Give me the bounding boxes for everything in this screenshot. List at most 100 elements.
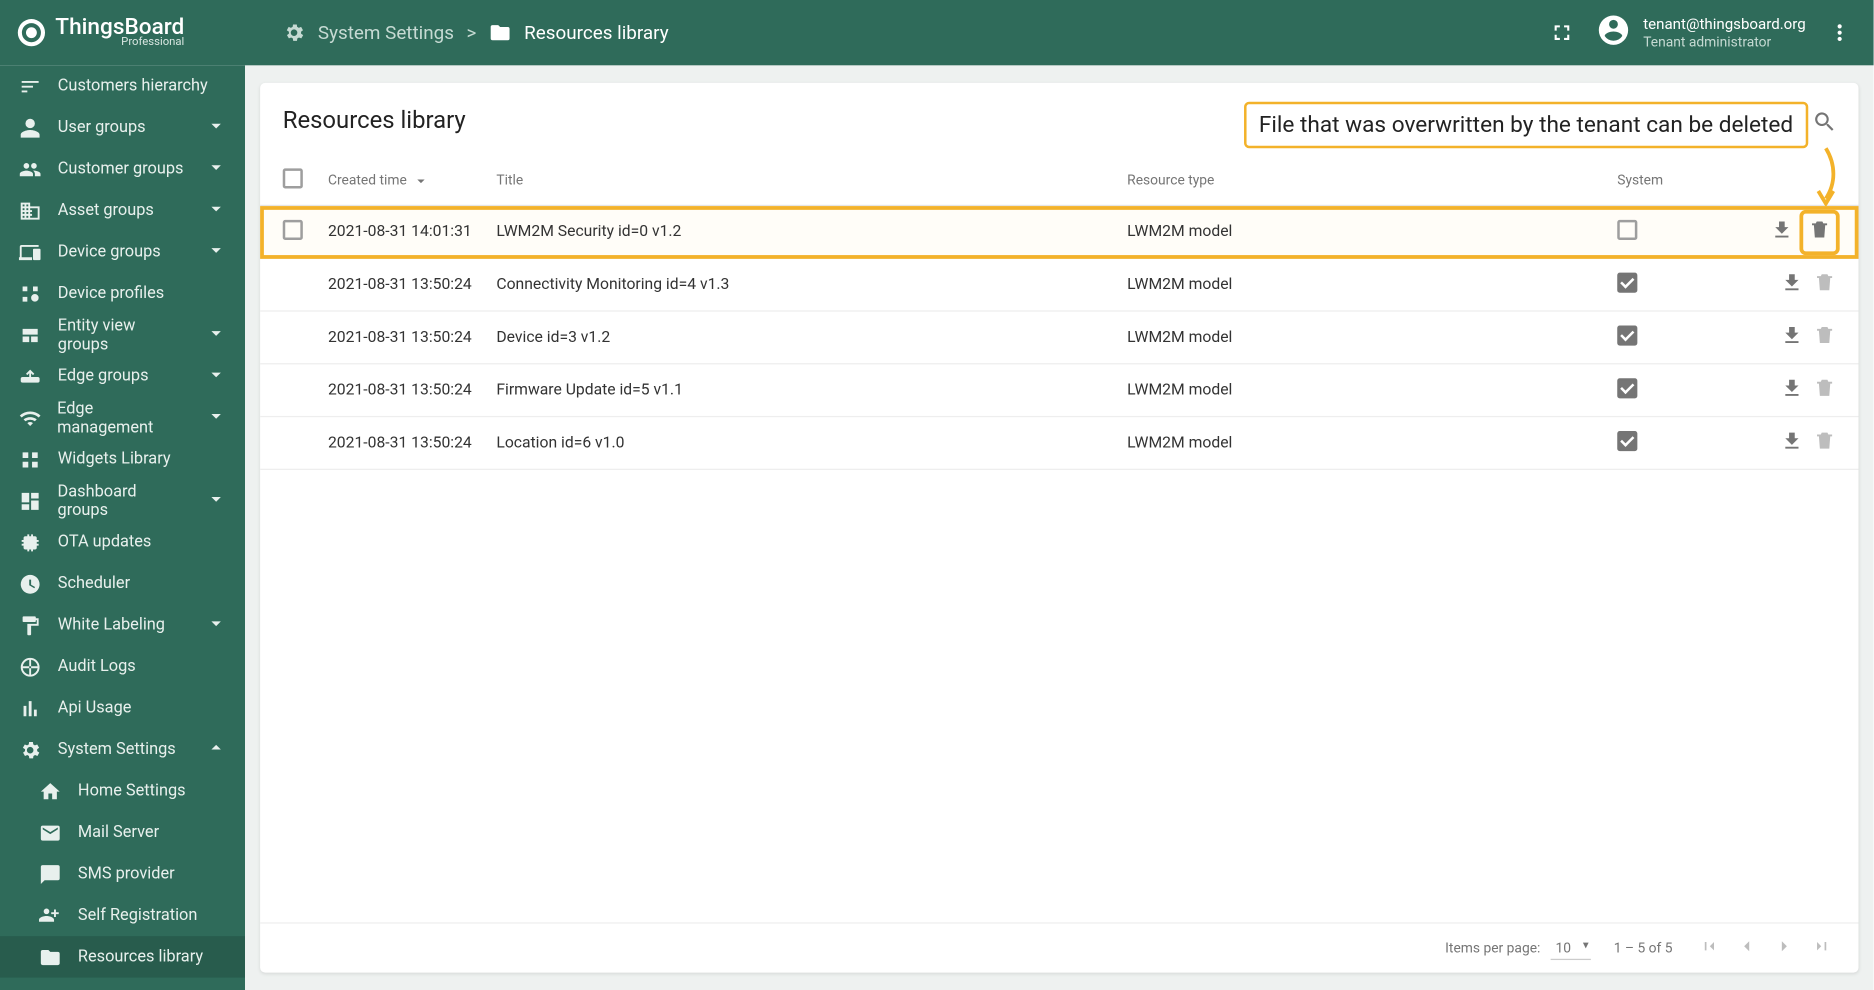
annotation-callout: File that was overwritten by the tenant … xyxy=(1244,102,1808,148)
bar-chart-icon xyxy=(18,696,43,721)
cell-created: 2021-08-31 14:01:31 xyxy=(328,222,496,241)
system-checkbox-checked xyxy=(1617,272,1637,292)
wifi-icon xyxy=(18,405,42,430)
chevron-down-icon xyxy=(205,487,228,515)
dashboard-icon xyxy=(18,488,43,513)
folder-icon xyxy=(38,944,63,969)
cell-created: 2021-08-31 13:50:24 xyxy=(328,328,496,347)
page-size-label: Items per page: xyxy=(1445,940,1540,956)
col-title[interactable]: Title xyxy=(496,172,1127,188)
table-row[interactable]: 2021-08-31 13:50:24Location id=6 v1.0LWM… xyxy=(260,417,1858,470)
table-row[interactable]: 2021-08-31 13:50:24Firmware Update id=5 … xyxy=(260,364,1858,417)
account-icon[interactable] xyxy=(1595,13,1630,53)
row-checkbox[interactable] xyxy=(283,219,303,239)
sidebar-subitem-mail-server[interactable]: Mail Server xyxy=(0,812,245,853)
sidebar-item-label: OTA updates xyxy=(58,533,152,552)
prev-page-button[interactable] xyxy=(1733,934,1761,962)
sidebar-item-customer-groups[interactable]: Customer groups xyxy=(0,148,245,189)
sidebar-subitem-resources-library[interactable]: Resources library xyxy=(0,936,245,977)
system-checkbox-checked xyxy=(1617,378,1637,398)
sidebar-item-device-profiles[interactable]: Device profiles xyxy=(0,273,245,314)
sidebar-item-scheduler[interactable]: Scheduler xyxy=(0,563,245,604)
table-row[interactable]: 2021-08-31 13:50:24Device id=3 v1.2LWM2M… xyxy=(260,312,1858,365)
sidebar-item-dashboard-groups[interactable]: Dashboard groups xyxy=(0,480,245,521)
cell-title: Device id=3 v1.2 xyxy=(496,328,1127,347)
last-page-button[interactable] xyxy=(1808,934,1836,962)
select-all-checkbox[interactable] xyxy=(283,168,303,188)
sidebar-item-customers-hierarchy[interactable]: Customers hierarchy xyxy=(0,65,245,106)
paginator: Items per page: 10 1 – 5 of 5 xyxy=(260,922,1858,972)
cell-created: 2021-08-31 13:50:24 xyxy=(328,275,496,294)
sidebar-item-asset-groups[interactable]: Asset groups xyxy=(0,190,245,231)
sidebar-item-white-labeling[interactable]: White Labeling xyxy=(0,604,245,645)
cell-title: Location id=6 v1.0 xyxy=(496,434,1127,453)
table-row[interactable]: 2021-08-31 14:01:31LWM2M Security id=0 v… xyxy=(260,206,1858,259)
sidebar-item-entity-view-groups[interactable]: Entity view groups xyxy=(0,314,245,355)
chevron-up-icon xyxy=(205,736,228,764)
chevron-down-icon xyxy=(205,363,228,391)
search-button[interactable] xyxy=(1803,101,1846,144)
col-type[interactable]: Resource type xyxy=(1127,172,1617,188)
sidebar-item-label: Customer groups xyxy=(58,160,184,179)
fullscreen-button[interactable] xyxy=(1540,11,1583,54)
chevron-down-icon xyxy=(205,197,228,225)
topbar: ThingsBoard Professional System Settings… xyxy=(0,0,1874,65)
sidebar-item-api-usage[interactable]: Api Usage xyxy=(0,687,245,728)
sort-desc-icon xyxy=(412,172,430,190)
table-header: Created time Title Resource type System xyxy=(260,156,1858,206)
format-paint-icon xyxy=(18,613,43,638)
sidebar-item-label: Widgets Library xyxy=(58,450,171,469)
track-changes-icon xyxy=(18,654,43,679)
download-icon[interactable] xyxy=(1781,271,1804,299)
cell-created: 2021-08-31 13:50:24 xyxy=(328,381,496,400)
cell-title: Firmware Update id=5 v1.1 xyxy=(496,381,1127,400)
sidebar-item-edge-management[interactable]: Edge management xyxy=(0,397,245,438)
download-icon[interactable] xyxy=(1771,218,1794,246)
sidebar-item-user-groups[interactable]: User groups xyxy=(0,107,245,148)
sidebar-item-label: Device groups xyxy=(58,243,161,262)
annotation-arrow xyxy=(1808,146,1843,214)
col-created[interactable]: Created time xyxy=(328,172,496,190)
settings-icon xyxy=(283,21,306,44)
sidebar-item-device-groups[interactable]: Device groups xyxy=(0,231,245,272)
sidebar-subitem-home-settings[interactable]: Home Settings xyxy=(0,770,245,811)
chevron-down-icon xyxy=(205,114,228,142)
more-menu-button[interactable] xyxy=(1818,11,1861,54)
download-icon[interactable] xyxy=(1781,376,1804,404)
download-icon[interactable] xyxy=(1781,429,1804,457)
next-page-button[interactable] xyxy=(1771,934,1799,962)
cell-type: LWM2M model xyxy=(1127,328,1617,347)
download-icon[interactable] xyxy=(1781,324,1804,352)
system-checkbox-checked xyxy=(1617,325,1637,345)
sidebar: Customers hierarchyUser groups Customer g… xyxy=(0,65,245,990)
sidebar-item-audit-logs[interactable]: Audit Logs xyxy=(0,646,245,687)
schedule-icon xyxy=(18,571,43,596)
breadcrumb-parent[interactable]: System Settings xyxy=(318,21,454,44)
home-icon xyxy=(38,778,63,803)
chevron-down-icon xyxy=(205,238,228,266)
sort-icon xyxy=(18,74,43,99)
sidebar-subitem-sms-provider[interactable]: SMS provider xyxy=(0,853,245,894)
table-row[interactable]: 2021-08-31 13:50:24Connectivity Monitori… xyxy=(260,259,1858,312)
page-size-select[interactable]: 10 xyxy=(1550,937,1591,960)
brand-logo[interactable]: ThingsBoard Professional xyxy=(0,16,245,49)
sidebar-item-edge-groups[interactable]: Edge groups xyxy=(0,356,245,397)
sms-icon xyxy=(38,861,63,886)
sidebar-item-label: System Settings xyxy=(58,740,176,759)
sidebar-item-ota-updates[interactable]: OTA updates xyxy=(0,521,245,562)
sidebar-subitem-self-registration[interactable]: Self Registration xyxy=(0,895,245,936)
widgets-icon xyxy=(18,447,43,472)
col-system[interactable]: System xyxy=(1617,172,1730,188)
first-page-button[interactable] xyxy=(1695,934,1723,962)
chevron-down-icon xyxy=(205,155,228,183)
page-range: 1 – 5 of 5 xyxy=(1614,940,1673,956)
sidebar-item-label: Device profiles xyxy=(58,284,164,303)
breadcrumb: System Settings > Resources library xyxy=(283,21,669,44)
chevron-down-icon xyxy=(205,611,228,639)
sidebar-item-system-settings[interactable]: System Settings xyxy=(0,729,245,770)
delete-icon[interactable] xyxy=(1803,213,1836,251)
user-email: tenant@thingsboard.org xyxy=(1643,15,1806,33)
sidebar-item-widgets-library[interactable]: Widgets Library xyxy=(0,439,245,480)
sidebar-item-label: Edge groups xyxy=(58,367,149,386)
cell-type: LWM2M model xyxy=(1127,434,1617,453)
